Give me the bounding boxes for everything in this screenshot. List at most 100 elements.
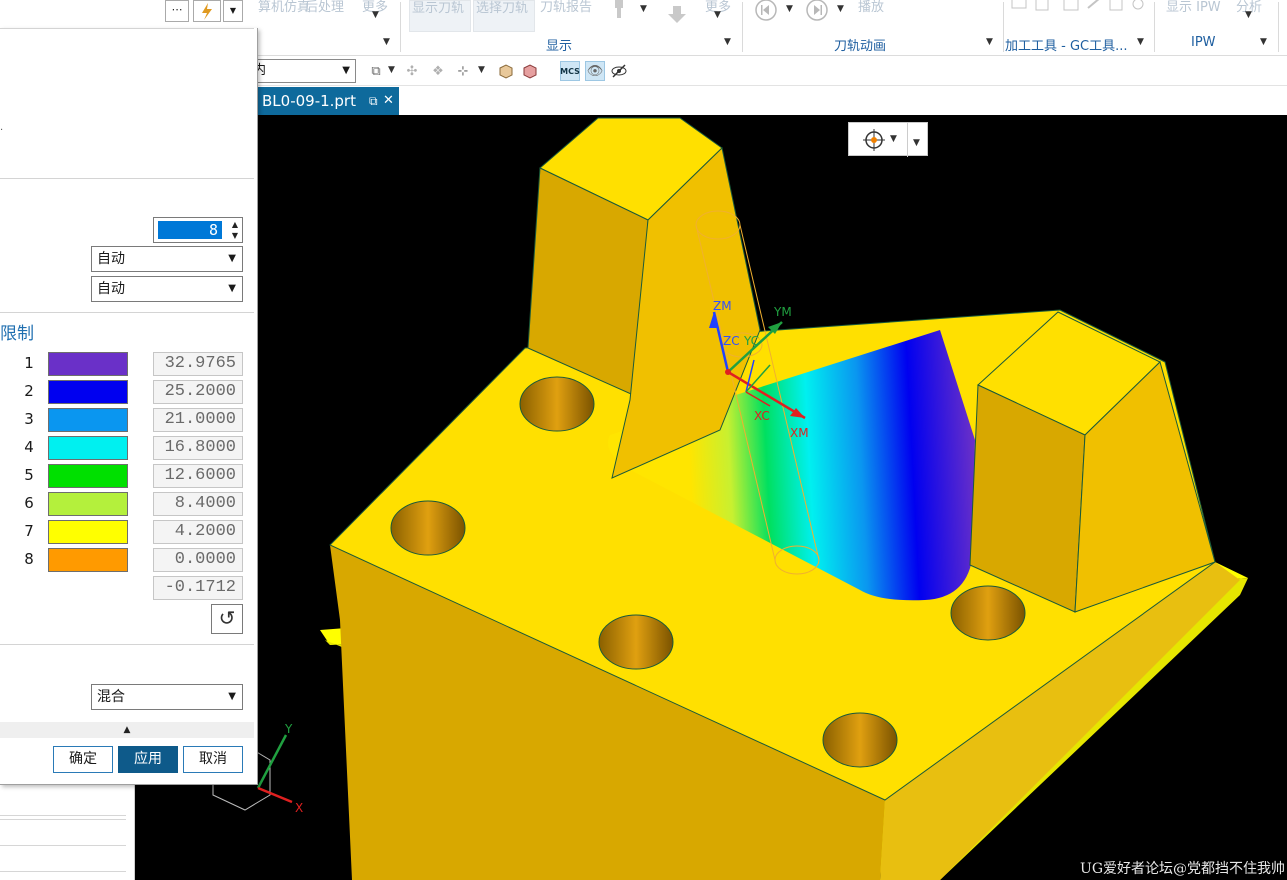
- color-swatch[interactable]: [48, 408, 128, 432]
- levels-value[interactable]: 8: [158, 221, 222, 239]
- step-forward-icon[interactable]: [805, 0, 829, 22]
- color-swatch[interactable]: [48, 436, 128, 460]
- color-level-value[interactable]: 25.2000: [153, 380, 243, 404]
- close-icon[interactable]: ✕: [383, 87, 394, 115]
- popup-more-icon[interactable]: ▼: [913, 138, 920, 148]
- color-level-value[interactable]: 0.0000: [153, 548, 243, 572]
- color-level-index: 4: [24, 438, 34, 456]
- document-tab[interactable]: BL0-09-1.prt ⧉ ✕: [252, 87, 399, 115]
- group-label-toolpath-animation: 刀轨动画: [834, 39, 887, 54]
- color-level-value[interactable]: 4.2000: [153, 520, 243, 544]
- step-back-dropdown-icon[interactable]: ▼: [786, 4, 793, 14]
- more-options-button[interactable]: ⋯: [165, 0, 189, 22]
- color-level-index: 6: [24, 494, 34, 512]
- show-ipw-button[interactable]: 显示 IPW: [1166, 0, 1221, 15]
- color-level-value[interactable]: 21.0000: [153, 408, 243, 432]
- select-toolpath-button[interactable]: 选择刀轨: [473, 0, 535, 32]
- hide-eye-icon[interactable]: [609, 61, 629, 81]
- ribbon-item-postprocess[interactable]: 后处理: [305, 0, 344, 15]
- cancel-button[interactable]: 取消: [183, 746, 243, 773]
- snap-icon[interactable]: ✣: [402, 61, 422, 81]
- group-5-dropdown-icon[interactable]: ▼: [1260, 37, 1267, 47]
- show-toolpath-button[interactable]: 显示刀轨: [409, 0, 471, 32]
- view-triad-x-label: X: [295, 801, 303, 815]
- hole-3: [598, 614, 674, 670]
- quick-action-icon[interactable]: [193, 0, 221, 22]
- tool-icon[interactable]: [612, 0, 626, 20]
- blend-mode-select[interactable]: 混合 ▼: [91, 684, 243, 710]
- toolpath-report-button[interactable]: 刀轨报告: [540, 0, 592, 15]
- scale-mode-select[interactable]: 自动 ▼: [91, 246, 243, 272]
- reset-icon[interactable]: ↺: [211, 604, 243, 634]
- collapse-up-icon[interactable]: ▲: [124, 725, 131, 735]
- group-1-dropdown-icon[interactable]: ▼: [383, 37, 390, 47]
- color-level-row: 5 12.6000: [0, 464, 250, 488]
- scale-mode-value: 自动: [97, 251, 125, 267]
- collapse-bar[interactable]: ▲: [0, 722, 254, 738]
- filter-type-dropdown-icon[interactable]: ▼: [388, 65, 395, 75]
- ok-button[interactable]: 确定: [53, 746, 113, 773]
- color-level-row: 1 32.9765: [0, 352, 250, 376]
- group-4-dropdown-icon[interactable]: ▼: [1137, 37, 1144, 47]
- view-orient-popup[interactable]: ▼ ▼: [848, 122, 928, 157]
- play-button[interactable]: 播放: [858, 0, 884, 15]
- orient-view-dropdown-icon[interactable]: ▼: [890, 134, 897, 144]
- tool-dropdown-icon[interactable]: ▼: [640, 4, 647, 14]
- color-level-value[interactable]: 16.8000: [153, 436, 243, 460]
- show-eye-icon[interactable]: 👁: [585, 61, 605, 81]
- block-icon[interactable]: [496, 61, 516, 81]
- ribbon-item-simulate[interactable]: 算机仿真: [258, 0, 310, 15]
- chevron-down-icon: ▼: [228, 253, 236, 264]
- color-swatch[interactable]: [48, 492, 128, 516]
- axis-label-zc: ZC: [723, 334, 740, 348]
- solid-icon[interactable]: [520, 61, 540, 81]
- dialog-divider: [0, 644, 254, 645]
- step-forward-dropdown-icon[interactable]: ▼: [837, 4, 844, 14]
- select-feature-dropdown-icon[interactable]: ▼: [478, 65, 485, 75]
- axis-label-xm: XM: [790, 426, 809, 440]
- more-1-chevron-icon[interactable]: ▼: [372, 10, 379, 20]
- group-3-dropdown-icon[interactable]: ▼: [986, 37, 993, 47]
- color-level-value[interactable]: 12.6000: [153, 464, 243, 488]
- quick-action-dropdown-icon[interactable]: ▼: [223, 0, 243, 22]
- ipw-chevron-icon[interactable]: ▼: [1245, 10, 1252, 20]
- orient-view-icon[interactable]: [863, 129, 885, 151]
- pin-icon[interactable]: ⧉: [369, 87, 378, 115]
- select-feature-icon[interactable]: ⊹: [453, 61, 473, 81]
- ribbon-divider: [1278, 2, 1279, 52]
- range-mode-select[interactable]: 自动 ▼: [91, 276, 243, 302]
- min-value-field[interactable]: -0.1712: [153, 576, 243, 600]
- watermark: UG爱好者论坛@党都挡不住我帅: [1080, 861, 1285, 877]
- spin-up-icon[interactable]: ▲: [232, 220, 238, 229]
- select-toolpath-label: 选择刀轨: [476, 1, 529, 16]
- color-level-row: 6 8.4000: [0, 492, 250, 516]
- select-body-icon[interactable]: ❖: [428, 61, 448, 81]
- color-swatch[interactable]: [48, 548, 128, 572]
- color-level-value[interactable]: 32.9765: [153, 352, 243, 376]
- navigator-divider: [0, 819, 126, 820]
- navigator-divider: [0, 871, 126, 872]
- selection-scope-select[interactable]: 内 ▼: [244, 59, 356, 83]
- chevron-down-icon: ▼: [228, 283, 236, 294]
- color-swatch[interactable]: [48, 380, 128, 404]
- spin-down-icon[interactable]: ▼: [232, 231, 238, 240]
- step-back-icon[interactable]: [754, 0, 778, 22]
- apply-button[interactable]: 应用: [118, 746, 178, 773]
- color-swatch[interactable]: [48, 352, 128, 376]
- color-swatch[interactable]: [48, 520, 128, 544]
- color-swatch[interactable]: [48, 464, 128, 488]
- hole-2: [390, 500, 466, 556]
- down-arrow-icon[interactable]: [668, 6, 686, 24]
- mcs-display-icon[interactable]: MCS: [560, 61, 580, 81]
- filter-type-icon[interactable]: ⧉: [366, 61, 386, 81]
- color-level-row: 8 0.0000: [0, 548, 250, 572]
- more-2-chevron-icon[interactable]: ▼: [714, 10, 721, 20]
- levels-spinner[interactable]: 8 ▲ ▼: [153, 217, 243, 243]
- graphics-viewport[interactable]: ZM YM ZC YC XC XM Y X ▼ ▼ UG爱好者论坛@党都挡不住我…: [135, 115, 1287, 880]
- limits-section-title[interactable]: 限制: [0, 319, 34, 344]
- chevron-down-icon: ▼: [228, 691, 236, 702]
- show-toolpath-label: 显示刀轨: [412, 1, 465, 16]
- color-level-index: 3: [24, 410, 34, 428]
- group-2-dropdown-icon[interactable]: ▼: [724, 37, 731, 47]
- color-level-value[interactable]: 8.4000: [153, 492, 243, 516]
